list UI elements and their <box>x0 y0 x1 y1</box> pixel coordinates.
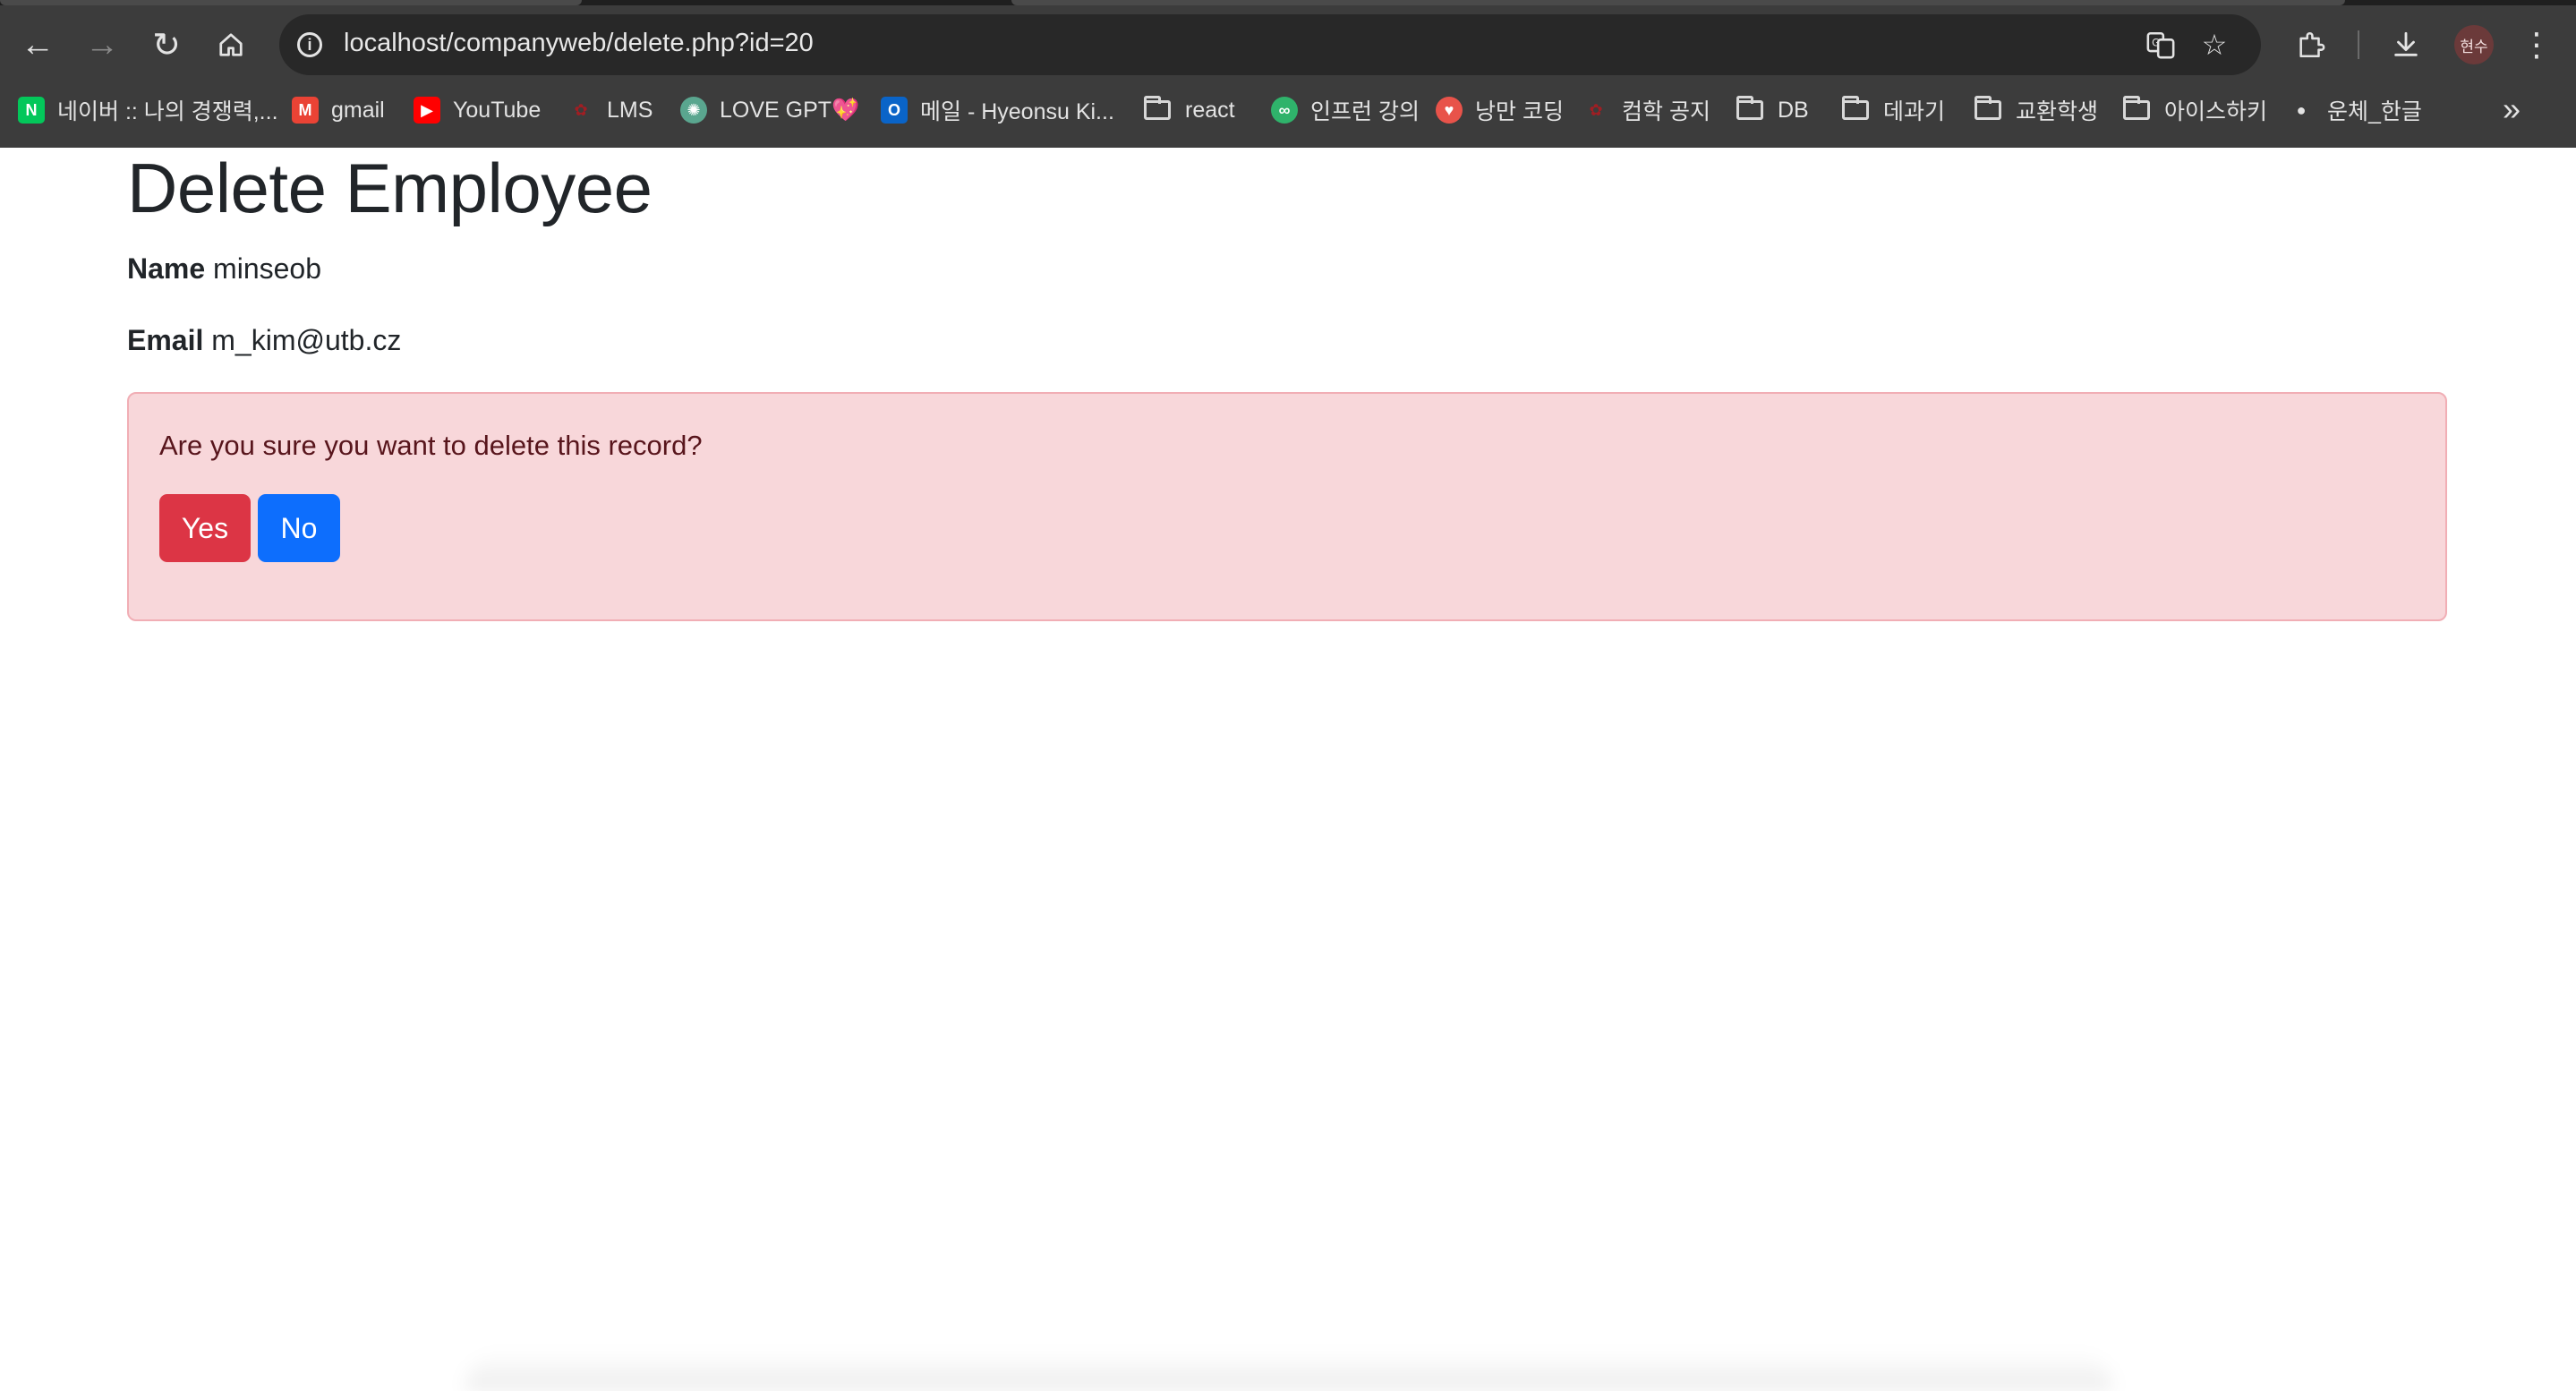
bookmark-item[interactable]: ▶ YouTube <box>414 93 541 127</box>
bookmark-label: 네이버 :: 나의 경쟁력,... <box>57 99 278 124</box>
profile-avatar[interactable]: 현수 <box>2454 25 2494 64</box>
bookmark-item[interactable]: O 메일 - Hyeonsu Ki... <box>881 93 1114 127</box>
extensions-icon[interactable] <box>2286 20 2336 70</box>
bookmark-item[interactable]: react <box>1144 93 1235 127</box>
browser-chrome: ← → ↻ i localhost/companyweb/delete.php?… <box>0 0 2576 148</box>
bookmark-label: 운체_한글 <box>2327 99 2422 124</box>
chatgpt-icon: ✺ <box>680 97 707 124</box>
name-field: Name minseob <box>127 252 321 286</box>
romantic-coding-icon: ♥ <box>1436 97 1463 124</box>
home-icon <box>219 33 243 56</box>
bookmarks-overflow-icon[interactable]: » <box>2492 90 2531 129</box>
bookmark-item[interactable]: 교환학생 <box>1975 93 2098 127</box>
bookmark-item[interactable]: ● 운체_한글 <box>2288 93 2422 127</box>
bookmark-label: 아이스하키 <box>2164 99 2268 124</box>
cs-notice-icon: ✿ <box>1589 100 1603 119</box>
bookmark-label: 교환학생 <box>2016 99 2099 124</box>
delete-confirm-alert: Are you sure you want to delete this rec… <box>127 392 2447 621</box>
toolbar-divider <box>2358 30 2359 59</box>
bookmark-label: 컴학 공지 <box>1622 99 1710 124</box>
no-button[interactable]: No <box>258 494 340 562</box>
bookmark-label: react <box>1185 97 1235 123</box>
bookmark-label: 메일 - Hyeonsu Ki... <box>920 99 1114 124</box>
bookmarks-bar: N 네이버 :: 나의 경쟁력,... Mgmail ▶ YouTube ✿ LMS ✺ LOV… <box>0 88 2576 132</box>
bookmark-item[interactable]: ✿ LMS <box>567 93 653 127</box>
tab-edge[interactable] <box>0 0 582 5</box>
bookmark-item[interactable]: ✿ 컴학 공지 <box>1582 93 1710 127</box>
back-arrow-icon: ← <box>21 25 55 64</box>
bookmark-star-icon[interactable]: ☆ <box>2196 27 2232 63</box>
folder-icon <box>1144 96 1171 120</box>
bookmark-item[interactable]: ✺ LOVE GPT💖 <box>680 93 859 127</box>
bookmark-label: LMS <box>607 97 653 123</box>
bookmark-label: YouTube <box>453 97 542 123</box>
confirm-message: Are you sure you want to delete this rec… <box>159 430 703 461</box>
bookmark-label: 인프런 강의 <box>1310 99 1420 124</box>
bookmark-item[interactable]: ∞ 인프런 강의 <box>1271 93 1420 127</box>
translate-icon[interactable]: G <box>2143 27 2179 63</box>
page-title: Delete Employee <box>127 149 653 227</box>
gmail-icon: M <box>292 97 319 124</box>
bookmark-item[interactable]: ♥ 낭만 코딩 <box>1436 93 1564 127</box>
folder-icon <box>1975 96 2001 120</box>
bookmark-item[interactable]: 데과기 <box>1842 93 1945 127</box>
bookmark-label: DB <box>1778 97 1809 123</box>
more-menu-icon[interactable]: ⋮ <box>2512 20 2562 70</box>
github-icon: ● <box>2296 100 2307 119</box>
yes-button[interactable]: Yes <box>159 494 251 562</box>
naver-icon: N <box>18 97 45 124</box>
youtube-icon: ▶ <box>414 97 440 124</box>
window-shadow <box>465 1352 2112 1391</box>
email-field: Email m_kim@utb.cz <box>127 324 401 357</box>
bookmark-item[interactable]: N 네이버 :: 나의 경쟁력,... <box>18 93 278 127</box>
reload-icon: ↻ <box>152 26 181 64</box>
reload-button[interactable]: ↻ <box>141 20 192 70</box>
svg-text:G: G <box>2152 36 2160 48</box>
folder-icon <box>1842 96 1869 120</box>
folder-icon <box>1736 96 1763 120</box>
forward-button[interactable]: → <box>77 20 127 70</box>
email-value: m_kim@utb.cz <box>211 324 402 356</box>
url-text[interactable]: localhost/companyweb/delete.php?id=20 <box>344 29 814 58</box>
outlook-icon: O <box>881 97 908 124</box>
bookmark-label: 낭만 코딩 <box>1475 99 1564 124</box>
address-bar[interactable]: i localhost/companyweb/delete.php?id=20 … <box>279 14 2261 75</box>
bookmark-item[interactable]: DB <box>1736 93 1809 127</box>
bookmark-label: 데과기 <box>1883 99 1946 124</box>
name-value: minseob <box>213 252 321 285</box>
forward-arrow-icon: → <box>85 25 119 64</box>
inflearn-icon: ∞ <box>1271 97 1298 124</box>
bookmark-item[interactable]: 아이스하키 <box>2123 93 2267 127</box>
email-label: Email <box>127 324 204 356</box>
site-info-icon[interactable]: i <box>292 27 328 63</box>
bookmark-item[interactable]: Mgmail <box>292 93 385 127</box>
tab-edge[interactable] <box>1011 0 2345 5</box>
home-button[interactable] <box>206 20 256 70</box>
lms-icon: ✿ <box>574 100 588 119</box>
bookmark-label: LOVE GPT💖 <box>720 97 860 123</box>
bookmark-label: gmail <box>331 97 385 123</box>
back-button[interactable]: ← <box>13 20 63 70</box>
name-label: Name <box>127 252 206 285</box>
folder-icon <box>2123 96 2150 120</box>
downloads-icon[interactable] <box>2381 20 2431 70</box>
